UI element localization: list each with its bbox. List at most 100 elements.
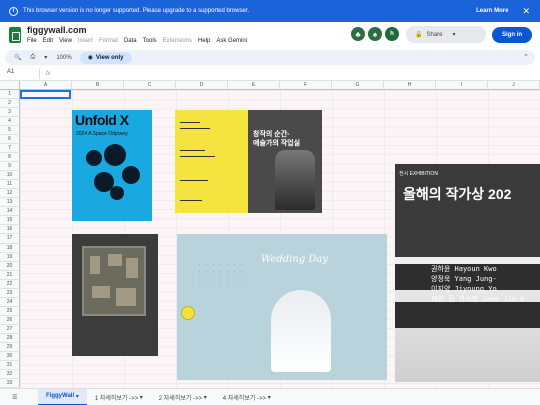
row-header-19[interactable]: 19 (0, 252, 20, 262)
row-header-10[interactable]: 10 (0, 171, 20, 181)
row-header-32[interactable]: 32 (0, 369, 20, 379)
poster-subtitle: 2024 A Space Odyssey (76, 131, 128, 137)
poster-art-shape (104, 144, 126, 166)
column-header-h[interactable]: H (384, 81, 436, 90)
poster-title: 창작의 순간- 예술가의 작업실 (253, 131, 301, 147)
menu-tools[interactable]: Tools (143, 38, 157, 44)
row-header-14[interactable]: 14 (0, 207, 20, 217)
column-header-i[interactable]: I (436, 81, 488, 90)
menu-data[interactable]: Data (124, 38, 137, 44)
row-header-26[interactable]: 26 (0, 315, 20, 325)
row-header-6[interactable]: 6 (0, 135, 20, 145)
poster-band (395, 302, 540, 328)
row-header-31[interactable]: 31 (0, 360, 20, 370)
poster-artist-studio[interactable]: 창작의 순간- 예술가의 작업실 (175, 110, 322, 213)
poster-label: 전시 EXHIBITION (399, 171, 438, 177)
row-header-11[interactable]: 11 (0, 180, 20, 190)
fx-icon: fx (46, 70, 51, 77)
menu-insert[interactable]: Insert (78, 38, 93, 44)
column-header-f[interactable]: F (280, 81, 332, 90)
menu-view[interactable]: View (59, 38, 72, 44)
poster-wedding-day[interactable]: Wedding Day · · · · · · · · · · · · · · · · · · · · · · · · ·… (177, 234, 387, 380)
row-header-5[interactable]: 5 (0, 126, 20, 136)
avatar-plant[interactable]: ♣ (351, 27, 365, 41)
sheets-logo-icon[interactable] (9, 27, 21, 43)
view-only-label: View only (95, 54, 124, 61)
name-box[interactable]: A1 (0, 68, 40, 79)
row-header-16[interactable]: 16 (0, 225, 20, 235)
row-header-7[interactable]: 7 (0, 144, 20, 154)
column-header-c[interactable]: C (124, 81, 176, 90)
row-header-3[interactable]: 3 (0, 108, 20, 118)
menu-file[interactable]: File (27, 38, 37, 44)
learn-more-link[interactable]: Learn More (476, 8, 508, 14)
share-button[interactable]: 🔒 Share ▾ (406, 26, 486, 43)
row-header-22[interactable]: 22 (0, 279, 20, 289)
poster-artist-award[interactable]: 전시 EXHIBITION 올해의 작가상 202 권하윤 Hayoun Kwo… (395, 164, 540, 382)
column-header-b[interactable]: B (72, 81, 124, 90)
poster-dark-top (395, 164, 540, 257)
search-icon[interactable]: 🔍 (14, 54, 21, 61)
sheet-tab-figgywall[interactable]: FiggyWall ▾ (38, 388, 87, 405)
row-header-23[interactable]: 23 (0, 288, 20, 298)
row-header-13[interactable]: 13 (0, 198, 20, 208)
menu-ask-gemini[interactable]: Ask Gemini (216, 38, 247, 44)
row-header-18[interactable]: 18 (0, 243, 20, 253)
avatar-leaf[interactable]: ♠ (368, 27, 382, 41)
eye-icon: ◉ (87, 55, 93, 61)
menu-extensions[interactable]: Extensions (163, 38, 192, 44)
lock-icon: 🔒 (415, 32, 423, 38)
avatar-h[interactable]: h (385, 27, 399, 41)
selected-cell-a1[interactable] (20, 90, 71, 99)
poster-box-art (82, 246, 146, 316)
row-header-25[interactable]: 25 (0, 306, 20, 316)
print-icon[interactable]: ⎙ (30, 54, 35, 61)
row-header-30[interactable]: 30 (0, 351, 20, 361)
row-header-33[interactable]: 33 (0, 378, 20, 388)
banner-message: This browser version is no longer suppor… (23, 8, 250, 14)
close-icon[interactable]: ✕ (522, 6, 530, 17)
menu-format[interactable]: Format (99, 38, 118, 44)
column-header-a[interactable]: A (20, 81, 72, 90)
sheet-tab-2[interactable]: 2 자세히보기 ->> ▾ (151, 389, 215, 405)
poster-art-shape (86, 150, 102, 166)
poster-calendar: · · · · · · · · · · · · · · · · · · · · · · · · · · · · (199, 262, 243, 288)
row-header-28[interactable]: 28 (0, 333, 20, 343)
all-sheets-icon[interactable]: ☰ (12, 394, 22, 401)
menu-help[interactable]: Help (198, 38, 210, 44)
row-header-1[interactable]: 1 (0, 90, 20, 100)
sheet-tab-4[interactable]: 4 자세히보기 ->> ▾ (215, 389, 279, 405)
menu-edit[interactable]: Edit (43, 38, 53, 44)
poster-unfold-x[interactable]: Unfold X 2024 A Space Odyssey (72, 110, 152, 221)
title-bar: figgywall.com File Edit View Insert Form… (0, 22, 540, 48)
menu-bar: File Edit View Insert Format Data Tools … (27, 38, 253, 44)
view-only-button[interactable]: ◉ View only (79, 51, 132, 64)
column-header-d[interactable]: D (176, 81, 228, 90)
row-header-4[interactable]: 4 (0, 117, 20, 127)
column-header-j[interactable]: J (488, 81, 540, 90)
row-header-20[interactable]: 20 (0, 261, 20, 271)
row-header-8[interactable]: 8 (0, 153, 20, 163)
column-header-g[interactable]: G (332, 81, 384, 90)
row-header-17[interactable]: 17 (0, 234, 20, 244)
collapse-toolbar-icon[interactable]: ⌃ (523, 53, 529, 61)
row-header-2[interactable]: 2 (0, 99, 20, 109)
row-header-9[interactable]: 9 (0, 162, 20, 172)
select-all-corner[interactable] (0, 81, 20, 90)
info-icon: i (9, 6, 18, 16)
unsupported-browser-banner: i This browser version is no longer supp… (0, 0, 540, 22)
sign-in-button[interactable]: Sign in (492, 27, 532, 43)
zoom-select[interactable]: 100% (56, 55, 71, 61)
row-header-29[interactable]: 29 (0, 342, 20, 352)
row-header-24[interactable]: 24 (0, 297, 20, 307)
column-header-e[interactable]: E (228, 81, 280, 90)
document-title[interactable]: figgywall.com (27, 25, 87, 35)
filter-icon[interactable]: ▾ (44, 54, 47, 61)
row-header-27[interactable]: 27 (0, 324, 20, 334)
poster-objects[interactable] (72, 234, 158, 356)
sheet-tab-1[interactable]: 1 자세히보기 ->> ▾ (87, 389, 151, 405)
share-label: Share (426, 31, 443, 38)
row-header-15[interactable]: 15 (0, 216, 20, 226)
row-header-21[interactable]: 21 (0, 270, 20, 280)
row-header-12[interactable]: 12 (0, 189, 20, 199)
